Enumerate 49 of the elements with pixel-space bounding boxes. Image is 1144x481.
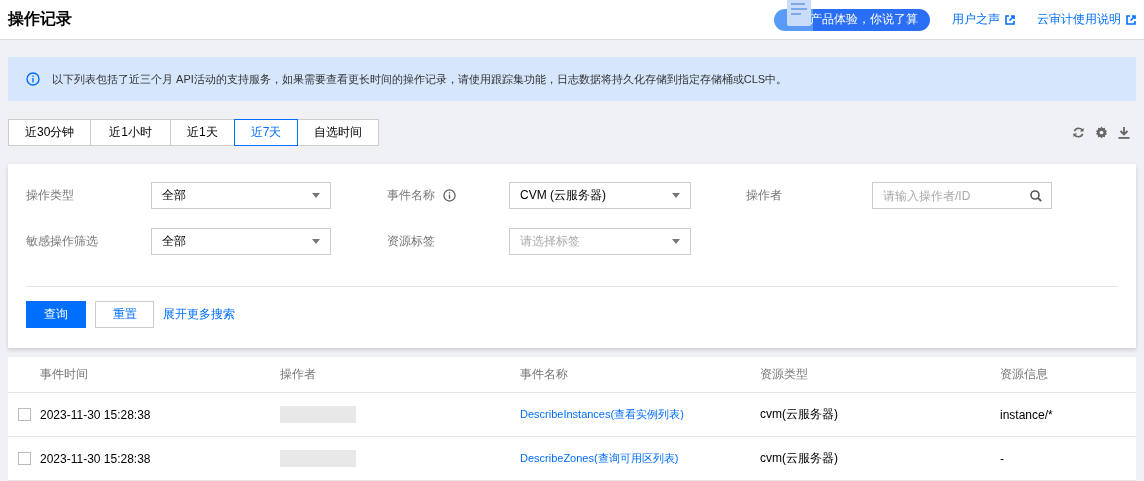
caret-icon bbox=[672, 193, 680, 198]
filter-label: 敏感操作筛选 bbox=[26, 233, 98, 250]
time-range-tab[interactable]: 自选时间 bbox=[297, 119, 380, 146]
header-link[interactable]: 用户之声 bbox=[952, 11, 1015, 28]
dropdown[interactable]: 请选择标签 bbox=[509, 228, 691, 255]
filter-label: 操作者 bbox=[746, 187, 782, 204]
notice-text: 以下列表包括了近三个月 API活动的支持服务，如果需要查看更长时间的操作记录，请使用跟踪集功能，日志数据将持久化存储到指定存储桶或CLS中。 bbox=[52, 71, 788, 87]
time-range-tab[interactable]: 近7天 bbox=[233, 119, 299, 146]
column-header: 事件名称 bbox=[520, 366, 568, 383]
dropdown[interactable]: 全部 bbox=[151, 182, 331, 209]
time-range-tab[interactable]: 近30分钟 bbox=[8, 119, 92, 146]
search-field[interactable]: 请输入操作者/ID bbox=[872, 182, 1052, 209]
event-link[interactable]: DescribeInstances(查看实例列表) bbox=[520, 407, 684, 422]
table-cell: cvm(云服务器) bbox=[760, 450, 838, 467]
filter-label: 资源标签 bbox=[387, 233, 435, 250]
filter-label: 操作类型 bbox=[26, 187, 74, 204]
time-range-tab[interactable]: 近1天 bbox=[170, 119, 235, 146]
expand-search-link[interactable]: 展开更多搜索 bbox=[163, 306, 235, 323]
column-header: 资源信息 bbox=[1000, 366, 1048, 383]
table-cell: instance/* bbox=[1000, 407, 1053, 422]
info-icon bbox=[26, 72, 40, 86]
time-range-tab[interactable]: 近1小时 bbox=[90, 119, 172, 146]
caret-icon bbox=[672, 239, 680, 244]
refresh-icon[interactable] bbox=[1072, 126, 1085, 139]
table-cell: 2023-11-30 15:28:38 bbox=[40, 407, 151, 422]
external-link-icon bbox=[1005, 14, 1015, 25]
column-header: 操作者 bbox=[280, 366, 316, 383]
column-header: 事件时间 bbox=[40, 366, 88, 383]
page-title: 操作记录 bbox=[8, 9, 72, 29]
row-checkbox[interactable] bbox=[18, 408, 31, 421]
filter-label: 事件名称 bbox=[387, 187, 435, 204]
event-link[interactable]: DescribeZones(查询可用区列表) bbox=[520, 451, 679, 466]
table-cell: cvm(云服务器) bbox=[760, 406, 838, 423]
caret-icon bbox=[312, 193, 320, 198]
download-icon[interactable] bbox=[1118, 126, 1130, 139]
column-header: 资源类型 bbox=[760, 366, 808, 383]
table-cell: - bbox=[1000, 451, 1004, 466]
info-icon bbox=[443, 189, 456, 202]
settings-icon[interactable] bbox=[1095, 126, 1108, 139]
row-checkbox[interactable] bbox=[18, 452, 31, 465]
external-link-icon bbox=[1126, 14, 1136, 25]
header-link[interactable]: 云审计使用说明 bbox=[1037, 11, 1136, 28]
dropdown[interactable]: CVM (云服务器) bbox=[509, 182, 691, 209]
caret-icon bbox=[312, 239, 320, 244]
dropdown[interactable]: 全部 bbox=[151, 228, 331, 255]
query-button[interactable]: 查询 bbox=[26, 301, 86, 328]
reset-button[interactable]: 重置 bbox=[95, 301, 154, 328]
search-icon bbox=[1030, 190, 1042, 202]
table-cell: 2023-11-30 15:28:38 bbox=[40, 451, 151, 466]
